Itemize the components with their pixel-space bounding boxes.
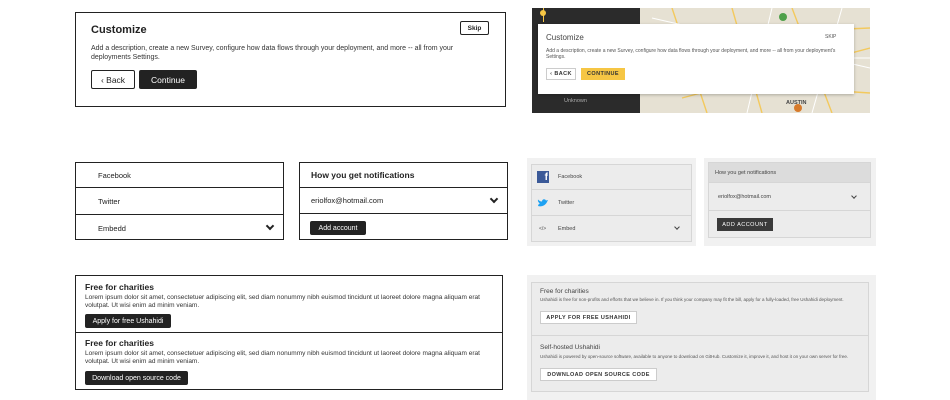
list-item-label: Embed [558,226,576,232]
chevron-down-icon[interactable] [851,193,857,199]
add-account-button[interactable]: Add account [310,221,366,235]
continue-button[interactable]: Continue [139,70,197,89]
mockup-notifications-email: eriolfox@hotmail.com [718,193,771,200]
download-code-button[interactable]: Download open source code [85,371,188,385]
notifications-title: How you get notifications [311,170,415,180]
wireframe-social-list: Facebook Twitter Embedd [75,162,284,240]
mockup-plans-panel: Free for charities Ushahidi is free for … [527,275,876,400]
mockup-list-item-facebook[interactable]: f Facebook [532,165,691,190]
mockup-social-list: f Facebook Twitter </> Embed [531,164,692,242]
plan-description: Lorem ipsum dolor sit amet, consectetuer… [85,294,480,309]
mockup-notifications-title: How you get notifications [715,169,777,176]
customize-description: Add a description, create a new Survey, … [91,45,454,61]
mockup-skip-button[interactable]: SKIP [825,34,836,40]
mockup-notifications-list: How you get notifications eriolfox@hotma… [708,162,871,238]
notifications-email: eriolfox@hotmail.com [311,196,384,205]
list-item-label: Twitter [558,199,575,206]
embed-icon: </> [539,226,547,232]
list-item-label: Facebook [98,170,131,180]
chevron-down-icon[interactable] [674,224,680,230]
plan-card: Free for charities Lorem ipsum dolor sit… [76,276,502,333]
back-button[interactable]: ‹ Back [91,70,135,89]
list-item-label: Twitter [98,196,121,206]
mockup-notifications-panel: How you get notifications eriolfox@hotma… [704,158,876,246]
mockup-customize-description: Add a description, create a new Survey, … [546,48,836,60]
mockup-plan-description: Ushahidi is powered by open-source softw… [540,354,849,359]
sidebar-item-unknown[interactable]: Unknown [564,98,587,104]
wireframe-plans: Free for charities Lorem ipsum dolor sit… [75,275,503,390]
mockup-plan-card: Free for charities Ushahidi is free for … [532,283,868,336]
mockup-list-item-embed[interactable]: </> Embed [532,216,691,242]
wireframe-customize-dialog: Customize Skip Add a description, create… [75,12,506,107]
twitter-icon [537,199,548,207]
mockup-download-code-button[interactable]: DOWNLOAD OPEN SOURCE CODE [540,368,657,381]
mockup-back-button[interactable]: ‹ BACK [546,68,576,80]
list-item-twitter[interactable]: Twitter [76,188,283,215]
notifications-email-row[interactable]: eriolfox@hotmail.com [300,188,507,214]
list-item-label: Facebook [558,174,583,180]
plan-description: Lorem ipsum dolor sit amet, consectetuer… [85,350,480,365]
map-city-label: AUSTIN [786,100,807,106]
skip-button[interactable]: Skip [460,21,489,35]
apply-free-button[interactable]: Apply for free Ushahidi [85,314,171,328]
customize-title: Customize [91,24,147,36]
list-item-embed[interactable]: Embedd [76,215,283,241]
mockup-plan-title: Free for charities [540,288,589,295]
facebook-icon: f [537,171,549,183]
mockup-notifications-header: How you get notifications [709,163,870,183]
plan-card: Free for charities Lorem ipsum dolor sit… [76,333,502,389]
mockup-list-item-twitter[interactable]: Twitter [532,190,691,216]
mockup-continue-button[interactable]: CONTINUE [581,68,625,80]
mockup-add-account-button[interactable]: ADD ACCOUNT [717,218,773,231]
list-item-label: Embedd [98,223,126,233]
mockup-plan-card: Self-hosted Ushahidi Ushahidi is powered… [532,336,868,391]
list-item-facebook[interactable]: Facebook [76,163,283,188]
plan-title: Free for charities [85,338,154,348]
mockup-plan-description: Ushahidi is free for non-profits and eff… [540,297,844,302]
mockup-customize-dialog: Customize SKIP Add a description, create… [538,24,854,94]
mockup-social-panel: f Facebook Twitter </> Embed [527,158,696,246]
mockup-notifications-email-row[interactable]: eriolfox@hotmail.com [709,183,870,211]
mockup-apply-free-button[interactable]: APPLY FOR FREE USHAHIDI [540,311,637,324]
mockup-customize-title: Customize [546,33,584,42]
wireframe-notifications: How you get notifications eriolfox@hotma… [299,162,508,240]
mockup-plan-title: Self-hosted Ushahidi [540,344,600,351]
plan-title: Free for charities [85,282,154,292]
notifications-header: How you get notifications [300,163,507,188]
mockup-plans-list: Free for charities Ushahidi is free for … [531,282,869,392]
